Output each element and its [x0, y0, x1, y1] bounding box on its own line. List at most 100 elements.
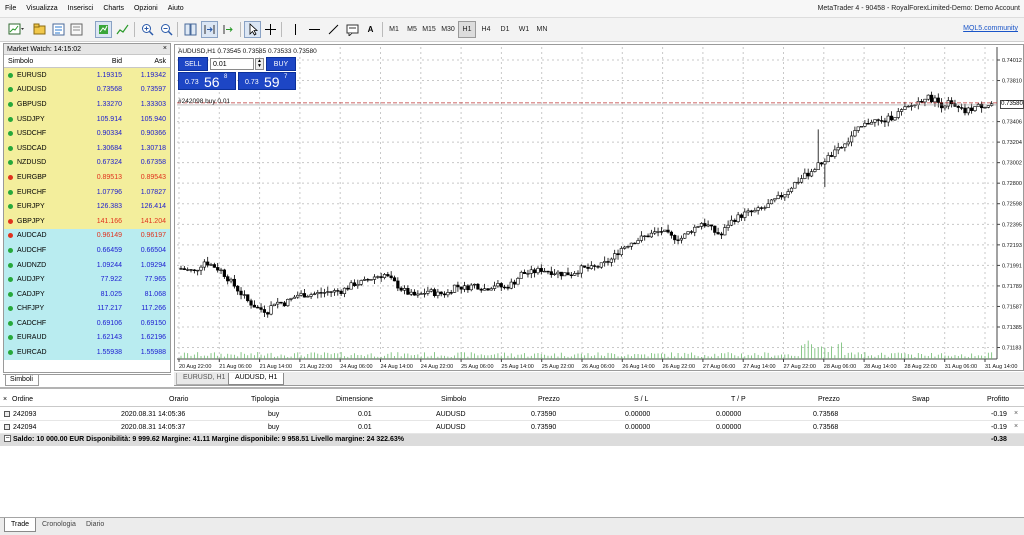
col-simbolo[interactable]: Simbolo — [441, 396, 466, 403]
col-prezzo[interactable]: Prezzo — [538, 396, 560, 403]
market-watch-row[interactable]: EURAUD 1.62143 1.62196 — [4, 330, 170, 346]
market-watch-row[interactable]: CADCHF 0.69106 0.69150 — [4, 316, 170, 331]
period-m30[interactable]: M30 — [439, 21, 457, 38]
close-order-icon[interactable]: × — [1014, 410, 1018, 417]
col-sl[interactable]: S / L — [634, 396, 648, 403]
autotrading-icon[interactable] — [95, 21, 112, 38]
text-icon[interactable]: A — [362, 21, 379, 38]
col-tp[interactable]: T / P — [731, 396, 746, 403]
horizontal-line-icon[interactable] — [306, 21, 323, 38]
market-watch-row[interactable]: AUDCAD 0.96149 0.96197 — [4, 228, 170, 244]
menu-aiuto[interactable]: Aiuto — [163, 5, 189, 12]
zoom-in-icon[interactable] — [139, 21, 156, 38]
market-watch-row[interactable]: EURCAD 1.55938 1.55988 — [4, 345, 170, 360]
candle-body — [903, 106, 907, 110]
market-watch-row[interactable]: EURJPY 126.383 126.414 — [4, 199, 170, 214]
col-dimensione[interactable]: Dimensione — [336, 396, 373, 403]
menu-file[interactable]: File — [0, 5, 21, 12]
menu-opzioni[interactable]: Opzioni — [129, 5, 163, 12]
new-chart-icon[interactable] — [6, 21, 28, 38]
ask-column-header[interactable]: Ask — [122, 58, 168, 65]
tab-eurusd-h1[interactable]: EURUSD, H1 — [176, 373, 233, 385]
sell-quote[interactable]: 0.73 56 8 — [178, 72, 236, 90]
zoom-out-icon[interactable] — [158, 21, 175, 38]
market-watch-row[interactable]: CHFJPY 117.217 117.266 — [4, 301, 170, 317]
candle-body — [579, 265, 583, 274]
close-order-icon[interactable]: × — [1014, 423, 1018, 430]
crosshair-icon[interactable] — [262, 21, 279, 38]
sell-button[interactable]: SELL — [178, 57, 208, 71]
market-watch-row[interactable]: GBPUSD 1.33270 1.33303 — [4, 97, 170, 112]
y-tick-label: 0.71789 — [1002, 284, 1022, 290]
market-watch-row[interactable]: EURUSD 1.19315 1.19342 — [4, 68, 170, 83]
menu-charts[interactable]: Charts — [98, 5, 129, 12]
candle-body — [643, 235, 647, 237]
chart-window[interactable]: 0.74012 0.73810 0.73406 0.73204 0.73002 0.728… — [174, 44, 1024, 371]
market-watch-row[interactable]: USDCAD 1.30684 1.30718 — [4, 140, 170, 156]
trendline-icon[interactable] — [325, 21, 342, 38]
auto-scroll-icon[interactable] — [220, 21, 237, 38]
close-icon[interactable]: × — [163, 45, 167, 52]
market-watch-row[interactable]: EURCHF 1.07796 1.07827 — [4, 184, 170, 200]
market-watch-row[interactable]: EURGBP 0.89513 0.89543 — [4, 170, 170, 185]
cursor-icon[interactable] — [244, 21, 261, 38]
menu-inserisci[interactable]: Inserisci — [63, 5, 99, 12]
symbol-column-header[interactable]: Simbolo — [4, 58, 74, 65]
market-watch-icon[interactable] — [50, 21, 67, 38]
market-watch-row[interactable]: USDJPY 105.914 105.940 — [4, 111, 170, 127]
buy-button[interactable]: BUY — [266, 57, 296, 71]
tab-diario[interactable]: Diario — [80, 518, 110, 532]
tab-trade[interactable]: Trade — [4, 518, 37, 532]
col-orario[interactable]: Orario — [169, 396, 188, 403]
period-m5[interactable]: M5 — [403, 21, 421, 38]
candle-body — [973, 106, 977, 111]
period-mn[interactable]: MN — [533, 21, 551, 38]
market-watch-row[interactable]: AUDNZD 1.09244 1.09294 — [4, 257, 170, 273]
candlestick-chart[interactable]: 0.74012 0.73810 0.73406 0.73204 0.73002 0.728… — [175, 45, 1024, 372]
menu-visualizza[interactable]: Visualizza — [21, 5, 62, 12]
text-label-icon[interactable] — [344, 21, 361, 38]
trade-row[interactable]: 242093 2020.08.31 14:05:36 buy 0.01 AUDU… — [0, 408, 1024, 421]
x-tick-label: 28 Aug 06:00 — [824, 364, 856, 370]
tile-windows-icon[interactable] — [182, 21, 199, 38]
market-watch-row[interactable]: CADJPY 81.025 81.068 — [4, 286, 170, 302]
buy-quote[interactable]: 0.73 59 7 — [238, 72, 296, 90]
tab-audusd-h1[interactable]: AUDUSD, H1 — [228, 373, 285, 385]
market-watch-row[interactable]: USDCHF 0.90334 0.90366 — [4, 126, 170, 141]
col-tipologia[interactable]: Tipologia — [251, 396, 279, 403]
line-chart-icon[interactable] — [114, 21, 131, 38]
period-m15[interactable]: M15 — [420, 21, 438, 38]
market-watch-row[interactable]: NZDUSD 0.67324 0.67358 — [4, 155, 170, 171]
market-watch-row[interactable]: AUDUSD 0.73568 0.73597 — [4, 82, 170, 98]
trade-row[interactable]: 242094 2020.08.31 14:05:37 buy 0.01 AUDU… — [0, 421, 1024, 434]
period-w1[interactable]: W1 — [515, 21, 533, 38]
bid-column-header[interactable]: Bid — [74, 58, 122, 65]
vertical-line-icon[interactable] — [287, 21, 304, 38]
bid-cell: 77.922 — [100, 276, 122, 284]
market-watch-row[interactable]: AUDJPY 77.922 77.965 — [4, 272, 170, 287]
candle-body — [689, 231, 694, 233]
col-swap[interactable]: Swap — [912, 396, 930, 403]
col-ordine[interactable]: Ordine — [12, 396, 33, 403]
data-window-icon[interactable] — [68, 21, 85, 38]
col-prezzo-corrente[interactable]: Prezzo — [818, 396, 840, 403]
chart-shift-icon[interactable] — [201, 21, 218, 38]
col-profitto[interactable]: Profitto — [987, 396, 1009, 403]
tab-simboli[interactable]: Simboli — [5, 375, 39, 386]
candle-body — [406, 288, 410, 295]
close-icon[interactable]: × — [3, 396, 7, 403]
market-watch-row[interactable]: AUDCHF 0.66459 0.66504 — [4, 243, 170, 258]
mql5-community-link[interactable]: MQL5.community — [963, 25, 1018, 32]
market-watch-row[interactable]: GBPJPY 141.166 141.204 — [4, 213, 170, 229]
lot-size-input[interactable] — [210, 58, 254, 70]
candle-body — [779, 195, 784, 198]
collapse-icon[interactable]: − — [4, 435, 11, 442]
lot-spinner-icon[interactable]: ▲ ▼ — [255, 58, 264, 70]
candle-body — [329, 291, 333, 293]
profiles-icon[interactable] — [31, 21, 48, 38]
tab-cronologia[interactable]: Cronologia — [36, 518, 82, 532]
period-d1[interactable]: D1 — [496, 21, 514, 38]
period-h4[interactable]: H4 — [477, 21, 495, 38]
period-m1[interactable]: M1 — [385, 21, 403, 38]
period-h1[interactable]: H1 — [458, 21, 476, 38]
